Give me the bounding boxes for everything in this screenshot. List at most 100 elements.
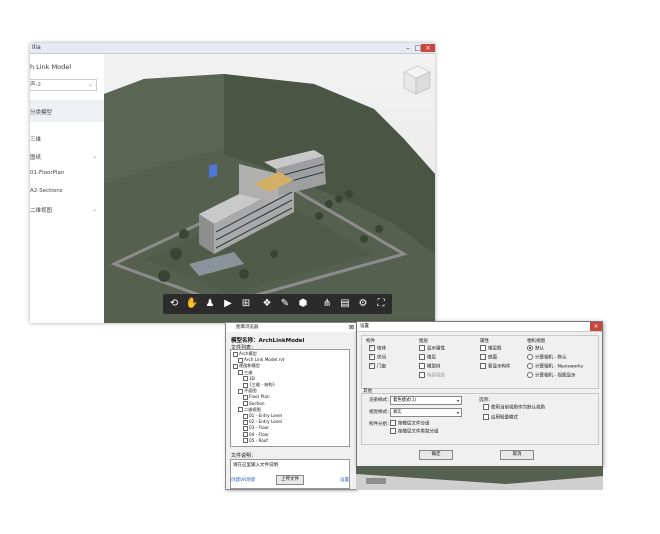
tree-item[interactable]: 视图和模型 <box>233 363 260 369</box>
checkbox-icon[interactable] <box>238 407 243 413</box>
tree-item[interactable]: Arch模型 <box>233 351 257 357</box>
camera-radio-col4-3[interactable]: 计算相机 - 视图显示 <box>527 371 576 380</box>
tree-item[interactable]: 平面图 <box>238 388 257 394</box>
section-box-icon[interactable]: ⊞ <box>238 296 254 312</box>
tree-item[interactable]: 三维 <box>238 370 252 376</box>
checkbox-icon[interactable] <box>238 388 243 394</box>
explode-icon[interactable]: ❖ <box>259 296 275 312</box>
properties-icon[interactable]: ▤ <box>337 296 353 312</box>
option-checkbox-col2-3: 构建视图 <box>419 371 445 380</box>
orbit-icon[interactable]: ⟲ <box>166 296 182 312</box>
camera-radio-col4-1[interactable]: 计算相机 - 默认 <box>527 353 566 362</box>
sidebar-item-3d[interactable]: 三维 <box>30 135 104 143</box>
pan-icon[interactable]: ✋ <box>184 296 200 312</box>
fullscreen-icon[interactable]: ⛶ <box>373 296 389 312</box>
view-cube-icon[interactable]: ⬢ <box>295 296 311 312</box>
option-label: 楼层框 <box>488 346 502 352</box>
group-by-floor-type-checkbox[interactable]: 按楼层文件类型分组 <box>390 427 439 436</box>
settings-gear-icon[interactable]: ⚙ <box>355 296 371 312</box>
tree-item[interactable]: 02 - Entry Level <box>243 419 282 425</box>
checkbox-icon[interactable] <box>243 401 248 407</box>
tree-item-label: 01 - Entry Level <box>249 413 283 418</box>
option-checkbox-col3-1[interactable]: 剖面 <box>480 353 497 362</box>
ok-button[interactable]: 确定 <box>419 450 453 460</box>
tree-item[interactable]: 04 - Floor <box>243 432 269 438</box>
option-label: 计算相机 - 视图显示 <box>535 373 576 379</box>
option-checkbox-col2-1[interactable]: 楼层 <box>419 353 436 362</box>
tree-item-label: Floor Plan <box>249 394 270 400</box>
tree-item[interactable]: Arch Link Model.rvt <box>238 357 284 363</box>
checkbox-box <box>369 353 375 360</box>
checkbox-icon[interactable] <box>243 438 248 444</box>
tree-item[interactable]: Section <box>243 401 265 407</box>
use-current-view-checkbox[interactable]: 使用当前视角作为默认视角 <box>483 403 545 412</box>
lightweight-mode-checkbox[interactable]: 启用轻量模式 <box>483 413 518 422</box>
3d-viewport[interactable] <box>104 54 435 323</box>
checkbox-icon[interactable] <box>238 357 243 363</box>
option-checkbox-col3-0[interactable]: 楼层框 <box>480 344 502 353</box>
camera-icon[interactable]: ▶ <box>220 296 236 312</box>
browser-title: 图库浏览器 <box>236 325 259 330</box>
checkbox-label: 按楼层文件类型分组 <box>398 429 439 435</box>
checkbox-icon[interactable] <box>243 382 248 388</box>
view-cube <box>403 65 431 95</box>
visual-style-select[interactable]: 真实 ▾ <box>390 408 462 417</box>
option-checkbox-col2-2[interactable]: 模型树 <box>419 362 441 371</box>
group-by-floor-file-checkbox[interactable]: 按楼层文件分组 <box>390 419 430 428</box>
tree-item[interactable]: 3D <box>243 376 255 382</box>
option-checkbox-col2-0[interactable]: 显示属性 <box>419 344 445 353</box>
upload-button[interactable]: 上传文件 <box>276 475 304 485</box>
settings-titlebar: 设置 × <box>357 322 602 332</box>
checkbox-box <box>369 344 375 351</box>
option-checkbox-col1-2[interactable]: 门窗 <box>369 362 386 371</box>
render-style-select[interactable]: 着色模式(1) ▾ <box>390 396 462 405</box>
checkbox-icon[interactable] <box>243 394 248 400</box>
camera-radio-col4-2[interactable]: 计算相机 - Navisworks <box>527 362 583 371</box>
close-button[interactable]: × <box>421 44 435 52</box>
checkbox-icon[interactable] <box>243 432 248 438</box>
tree-scrollbar[interactable] <box>349 350 350 446</box>
sidebar-item-label: 二维视图 <box>30 208 53 214</box>
close-icon[interactable]: × <box>590 322 602 331</box>
sidebar-title: h Link Model <box>30 63 72 71</box>
create-vr-link[interactable]: 创建VR场景 <box>231 477 255 483</box>
checkbox-icon[interactable] <box>243 376 248 382</box>
option-label: 楼层 <box>427 355 436 361</box>
option-checkbox-col1-1[interactable]: 房间 <box>369 353 386 362</box>
expand-icon[interactable] <box>233 363 238 369</box>
tree-item[interactable]: Floor Plan <box>243 394 270 400</box>
expand-icon[interactable] <box>233 351 238 357</box>
sidebar-item-floorplan[interactable]: 01-FloorPlan <box>30 170 64 176</box>
tree-item[interactable]: 二维视图 <box>238 407 261 413</box>
chevron-down-icon: ▾ <box>456 410 459 415</box>
measure-icon[interactable]: ✎ <box>277 296 293 312</box>
desc-text: 请在这里输入文件说明 <box>233 463 278 468</box>
minimize-button[interactable]: – <box>403 44 413 52</box>
sidebar-item-drawings[interactable]: 图纸 ⌄ <box>30 153 104 161</box>
model-tree-icon[interactable]: ⋔ <box>319 296 335 312</box>
cancel-button[interactable]: 取消 <box>500 450 534 460</box>
option-checkbox-col1-0[interactable]: 墙体 <box>369 344 386 353</box>
sidebar-item-sections[interactable]: A2-Sections <box>30 188 63 194</box>
render-style-label: 渲染样式： <box>369 398 392 403</box>
checkbox-icon[interactable] <box>243 413 248 419</box>
settings-link[interactable]: 设置 <box>340 477 349 483</box>
tree-item-label: 三维 <box>244 369 253 375</box>
tree-item[interactable]: 03 - Floor <box>243 425 269 431</box>
file-tree[interactable]: Arch模型 Arch Link Model.rvt 视图和模型 三维 3D {三维 - … <box>230 349 350 447</box>
sidebar-item-2d-views[interactable]: 二维视图 ⌄ <box>30 206 104 214</box>
sidebar-item-category-model[interactable]: 分类模型 <box>30 108 52 116</box>
checkbox-icon[interactable] <box>238 370 243 376</box>
sidebar-item-label: 01-FloorPlan <box>30 170 65 176</box>
option-checkbox-col3-2[interactable]: 要显示构件 <box>480 362 511 371</box>
tree-item[interactable]: 01 - Entry Level <box>243 413 282 419</box>
checkbox-icon[interactable] <box>243 419 248 425</box>
model-select[interactable]: 声-2 ⌄ <box>30 79 97 91</box>
checkbox-icon[interactable] <box>243 425 248 431</box>
tree-item[interactable]: 05 - Roof <box>243 438 268 444</box>
tree-item[interactable]: {三维 - 结构} <box>243 382 275 388</box>
camera-radio-col4-0[interactable]: 默认 <box>527 344 544 353</box>
walk-person-icon[interactable]: ♟ <box>202 296 218 312</box>
window-title: Ilia <box>32 44 41 51</box>
close-icon[interactable]: ⊠ <box>349 323 354 332</box>
